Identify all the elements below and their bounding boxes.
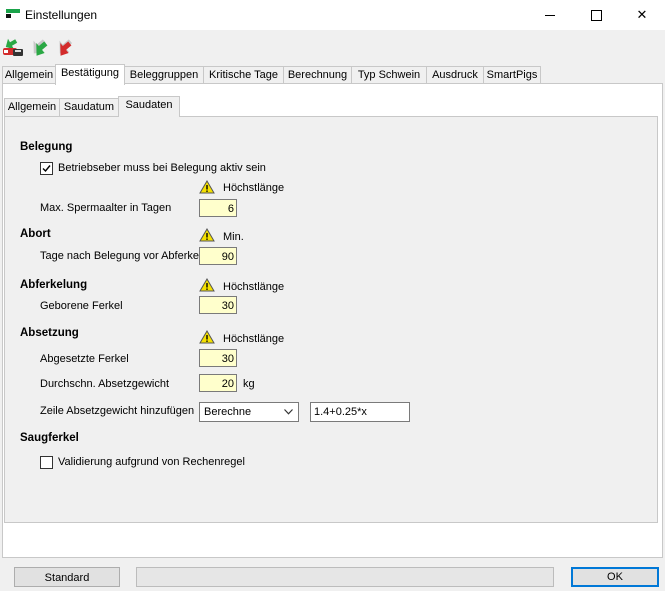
warning-icon [199, 180, 215, 194]
tab-berechnung[interactable]: Berechnung [283, 66, 352, 84]
standard-button[interactable]: Standard [14, 567, 120, 587]
absetzgewicht-label: Durchschn. Absetzgewicht [40, 378, 170, 390]
subtab-allgemein[interactable]: Allgemein [4, 98, 60, 116]
betriebseber-checkbox[interactable] [40, 162, 53, 175]
tab-allgemein[interactable]: Allgemein [2, 66, 56, 84]
main-tab-strip: Allgemein Bestätigung Beleggruppen Kriti… [0, 64, 665, 85]
ok-button[interactable]: OK [571, 567, 659, 587]
section-abferkelung: Abferkelung [20, 279, 88, 291]
app-icon [6, 9, 20, 19]
tab-typ-schwein[interactable]: Typ Schwein [351, 66, 427, 84]
kg-unit-label: kg [243, 378, 255, 390]
subtab-saudaten[interactable]: Saudaten [118, 96, 180, 117]
close-button[interactable]: ✕ [619, 0, 665, 30]
geborene-ferkel-label: Geborene Ferkel [40, 300, 123, 312]
sub-tab-strip: Allgemein Saudatum Saudaten [0, 96, 665, 117]
validierung-label: Validierung aufgrund von Rechenregel [58, 456, 245, 468]
section-absetzung: Absetzung [20, 327, 79, 339]
minimize-icon [545, 15, 555, 16]
tage-nach-belegung-input[interactable]: 90 [199, 247, 237, 265]
progress-bar [136, 567, 554, 587]
tab-kritische-tage[interactable]: Kritische Tage [203, 66, 284, 84]
hoechstlaenge-label: Höchstlänge [223, 281, 285, 293]
abgesetzte-ferkel-input[interactable]: 30 [199, 349, 237, 367]
berechne-select-value: Berechne [204, 406, 252, 418]
tab-bestaetigung[interactable]: Bestätigung [55, 64, 125, 85]
warning-icon [199, 278, 215, 292]
geborene-ferkel-input[interactable]: 30 [199, 296, 237, 314]
tab-beleggruppen[interactable]: Beleggruppen [124, 66, 204, 84]
window-title: Einstellungen [25, 8, 98, 22]
betriebseber-label: Betriebseber muss bei Belegung aktiv sei… [58, 162, 266, 174]
toolbar [0, 30, 665, 62]
section-saugferkel: Saugferkel [20, 432, 79, 444]
warning-icon [199, 228, 215, 242]
tab-smartpigs[interactable]: SmartPigs [483, 66, 541, 84]
tab-ausdruck[interactable]: Ausdruck [426, 66, 484, 84]
maximize-icon [591, 10, 602, 21]
save-transfer-icon[interactable] [1, 34, 25, 58]
checkmark-icon [42, 165, 51, 173]
absetzgewicht-input[interactable]: 20 [199, 374, 237, 392]
formula-input[interactable]: 1.4+0.25*x [310, 402, 410, 422]
abgesetzte-ferkel-label: Abgesetzte Ferkel [40, 353, 129, 365]
min-label: Min. [223, 231, 244, 243]
close-icon: ✕ [636, 7, 648, 22]
subtab-saudatum[interactable]: Saudatum [59, 98, 119, 116]
hoechstlaenge-label: Höchstlänge [223, 182, 285, 194]
validierung-checkbox[interactable] [40, 456, 53, 469]
spermaalter-label: Max. Spermaalter in Tagen [40, 202, 172, 214]
maximize-button[interactable] [573, 0, 619, 30]
zeile-absetzgewicht-label: Zeile Absetzgewicht hinzufügen [40, 405, 195, 417]
spermaalter-input[interactable]: 6 [199, 199, 237, 217]
warning-icon [199, 330, 215, 344]
forward-arrow-icon[interactable] [27, 34, 51, 58]
hoechstlaenge-label: Höchstlänge [223, 333, 285, 345]
back-arrow-icon[interactable] [53, 34, 77, 58]
minimize-button[interactable] [527, 0, 573, 30]
chevron-down-icon [284, 409, 293, 415]
berechne-select[interactable]: Berechne [199, 402, 299, 422]
section-belegung: Belegung [20, 141, 73, 153]
tage-nach-belegung-label: Tage nach Belegung vor Abferkel [40, 250, 200, 262]
section-abort: Abort [20, 228, 51, 240]
